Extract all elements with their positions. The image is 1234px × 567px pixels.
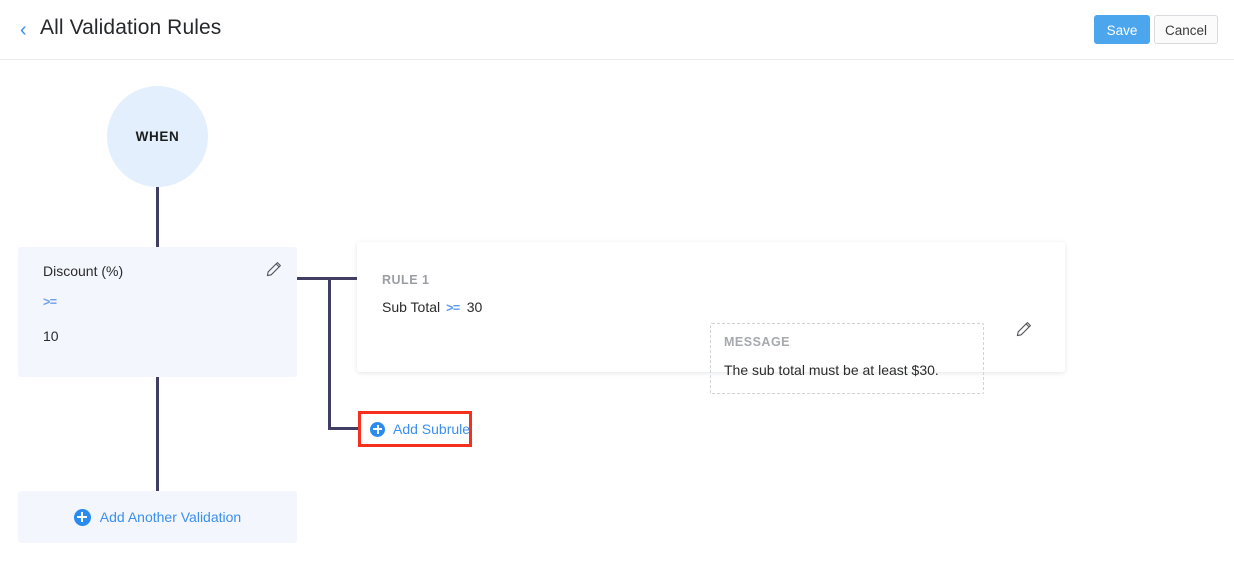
add-another-validation-button[interactable]: Add Another Validation bbox=[18, 491, 297, 543]
rule-expression: Sub Total >= 30 bbox=[382, 299, 482, 315]
rule-title: RULE 1 bbox=[382, 273, 430, 287]
plus-circle-icon bbox=[73, 508, 91, 526]
message-box[interactable]: MESSAGE The sub total must be at least $… bbox=[710, 323, 984, 394]
connector-when-to-criteria bbox=[156, 187, 159, 247]
connector-criteria-to-add-validation bbox=[156, 377, 159, 491]
criteria-value: 10 bbox=[43, 328, 59, 344]
add-subrule-button[interactable]: Add Subrule bbox=[358, 411, 472, 447]
rule-expr-operator: >= bbox=[446, 301, 460, 315]
when-node[interactable]: WHEN bbox=[107, 86, 208, 187]
when-node-label: WHEN bbox=[135, 129, 180, 144]
rule-card[interactable]: RULE 1 Sub Total >= 30 MESSAGE The sub tot… bbox=[357, 242, 1065, 394]
plus-circle-icon bbox=[370, 421, 385, 437]
page-header: ‹ All Validation Rules Save Cancel bbox=[0, 0, 1234, 60]
cancel-button[interactable]: Cancel bbox=[1154, 15, 1218, 44]
rule-expr-field: Sub Total bbox=[382, 299, 441, 315]
page-title: All Validation Rules bbox=[40, 16, 222, 39]
criteria-operator: >= bbox=[43, 295, 57, 309]
connector-branch-vertical bbox=[328, 277, 331, 429]
back-chevron-icon[interactable]: ‹ bbox=[20, 18, 36, 42]
connector-branch-to-add-subrule bbox=[328, 427, 362, 430]
criteria-field-name: Discount (%) bbox=[43, 263, 124, 279]
validation-flow-canvas: WHEN Discount (%) >= 10 RULE 1 Sub Total… bbox=[0, 61, 1234, 567]
rule-edit-pencil-icon[interactable] bbox=[1015, 320, 1033, 338]
message-text: The sub total must be at least $30. bbox=[724, 362, 939, 378]
add-another-validation-label: Add Another Validation bbox=[99, 509, 242, 525]
criteria-card[interactable]: Discount (%) >= 10 bbox=[18, 247, 297, 377]
save-button[interactable]: Save bbox=[1094, 15, 1150, 44]
criteria-edit-pencil-icon[interactable] bbox=[265, 260, 283, 278]
add-subrule-label: Add Subrule bbox=[393, 421, 471, 437]
rule-expr-value: 30 bbox=[466, 299, 483, 315]
message-label: MESSAGE bbox=[724, 335, 791, 349]
